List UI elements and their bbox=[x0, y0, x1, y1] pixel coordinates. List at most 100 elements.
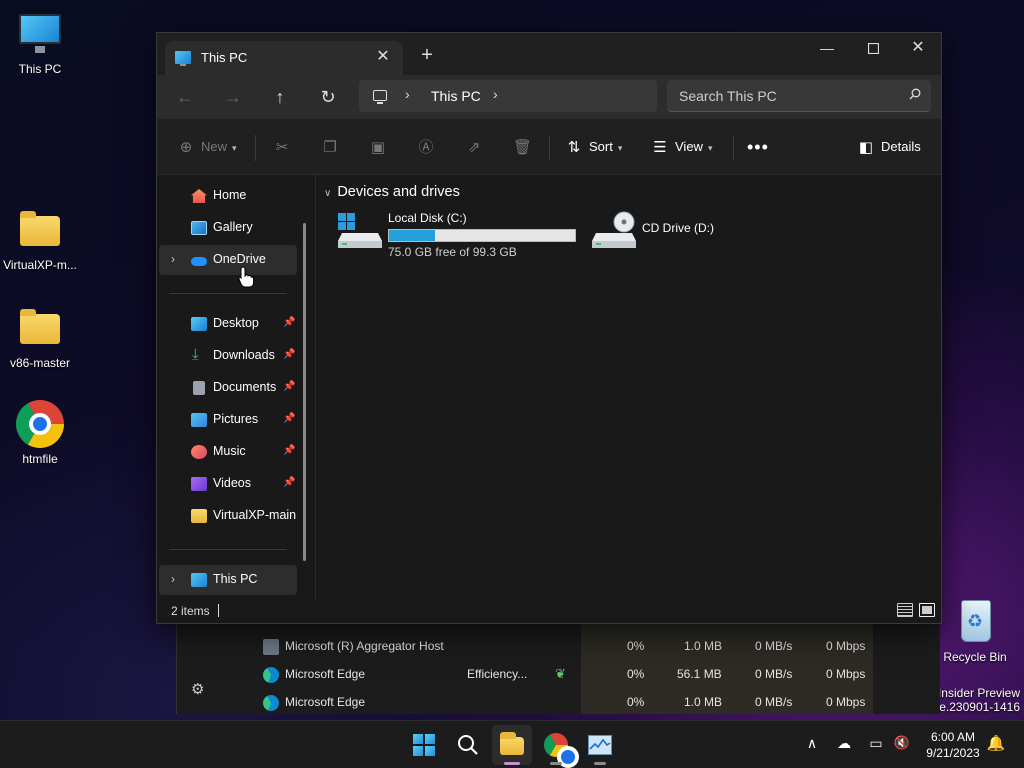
tab-title: This PC bbox=[201, 50, 248, 65]
large-icons-view-button[interactable] bbox=[919, 603, 935, 617]
rename-button[interactable]: Ⓐ bbox=[417, 131, 441, 163]
drive-cd-d[interactable]: CD Drive (D:) bbox=[592, 205, 732, 259]
process-disk: 0 MB/s bbox=[755, 695, 793, 709]
computer-icon bbox=[373, 90, 387, 104]
desktop-icon-v86-master[interactable]: v86-master bbox=[0, 304, 80, 370]
sidebar-item-videos[interactable]: Videos 📌 bbox=[159, 469, 297, 499]
file-explorer-taskbar-button[interactable] bbox=[492, 725, 532, 765]
sidebar-item-this-pc[interactable]: › This PC bbox=[159, 565, 297, 595]
close-tab-icon[interactable]: ✕ bbox=[371, 45, 395, 69]
search-icon bbox=[458, 735, 478, 755]
sidebar-item-label: Desktop bbox=[213, 316, 259, 330]
task-manager-taskbar-button[interactable] bbox=[580, 725, 620, 765]
maximize-button[interactable] bbox=[850, 33, 896, 65]
chrome-taskbar-button[interactable] bbox=[536, 725, 579, 768]
new-tab-button[interactable]: + bbox=[415, 43, 439, 67]
process-row[interactable]: Microsoft (R) Aggregator Host 0% 1.0 MB … bbox=[177, 632, 941, 660]
address-bar[interactable]: › This PC › bbox=[359, 80, 657, 112]
chevron-down-icon: ∨ bbox=[324, 188, 332, 199]
group-header[interactable]: ∨ Devices and drives bbox=[324, 184, 460, 200]
chevron-right-icon[interactable]: › bbox=[171, 252, 175, 266]
file-explorer-window[interactable]: This PC ✕ + — ✕ ← → ↑ ↻ › This PC › Sear… bbox=[156, 32, 942, 624]
onedrive-status-icon[interactable]: ☁ bbox=[834, 735, 854, 752]
sidebar-item-onedrive[interactable]: › OneDrive bbox=[159, 245, 297, 275]
search-input[interactable] bbox=[679, 86, 899, 106]
paste-button[interactable]: ▣ bbox=[369, 131, 393, 163]
network-icon[interactable]: ▭ bbox=[866, 735, 886, 752]
volume-muted-icon[interactable]: 🔇 bbox=[892, 735, 912, 751]
sidebar-item-pictures[interactable]: Pictures 📌 bbox=[159, 405, 297, 435]
clock-time: 6:00 AM bbox=[930, 730, 976, 744]
desktop-icon-virtualxp[interactable]: VirtualXP-m... bbox=[0, 206, 80, 272]
sidebar-item-virtualxp-main[interactable]: VirtualXP-main bbox=[159, 501, 297, 531]
desktop-icon-label: VirtualXP-m... bbox=[3, 258, 77, 272]
copy-button[interactable]: ❐ bbox=[321, 131, 345, 163]
clock-date: 9/21/2023 bbox=[926, 746, 980, 760]
desktop-icon-recycle-bin[interactable]: Recycle Bin bbox=[935, 598, 1015, 664]
chevron-down-icon: ▾ bbox=[707, 143, 713, 153]
sort-button[interactable]: ⇅ Sort ▾ bbox=[565, 131, 623, 163]
drive-name: CD Drive (D:) bbox=[642, 221, 714, 235]
search-button[interactable] bbox=[448, 725, 488, 765]
notification-bell-icon[interactable]: 🔔 bbox=[986, 734, 1006, 752]
tab-this-pc[interactable]: This PC ✕ bbox=[165, 41, 403, 75]
desktop-icon-this-pc[interactable]: This PC bbox=[0, 10, 80, 76]
delete-button[interactable]: 🗑 bbox=[513, 131, 537, 163]
breadcrumb-this-pc[interactable]: This PC bbox=[431, 88, 481, 104]
back-button[interactable]: ← bbox=[169, 81, 201, 113]
desktop-icon-htmfile[interactable]: htmfile bbox=[0, 400, 80, 466]
process-row[interactable]: Microsoft Edge 0% 1.0 MB 0 MB/s 0 Mbps bbox=[177, 688, 941, 716]
chrome-icon bbox=[16, 400, 64, 448]
more-options-button[interactable]: ••• bbox=[747, 131, 769, 163]
chrome-icon bbox=[544, 733, 579, 768]
pin-icon: 📌 bbox=[283, 317, 296, 328]
pin-icon: 📌 bbox=[283, 413, 296, 424]
share-icon: ⇗ bbox=[467, 139, 481, 156]
sort-icon: ⇅ bbox=[567, 139, 581, 156]
minimize-button[interactable]: — bbox=[804, 33, 850, 65]
monitor-icon bbox=[19, 14, 61, 53]
view-button[interactable]: ☰ View ▾ bbox=[651, 131, 712, 163]
sidebar-item-label: Downloads bbox=[213, 348, 275, 362]
sidebar-item-desktop[interactable]: Desktop 📌 bbox=[159, 309, 297, 339]
more-icon: ••• bbox=[747, 137, 769, 157]
up-button[interactable]: ↑ bbox=[264, 81, 296, 113]
view-label: View bbox=[675, 139, 703, 154]
share-button[interactable]: ⇗ bbox=[465, 131, 489, 163]
music-icon bbox=[191, 445, 207, 459]
chevron-right-icon[interactable]: › bbox=[171, 572, 175, 586]
drive-local-disk-c[interactable]: Local Disk (C:) 75.0 GB free of 99.3 GB bbox=[338, 205, 588, 259]
sidebar-item-downloads[interactable]: ⤓ Downloads 📌 bbox=[159, 341, 297, 371]
search-icon[interactable] bbox=[909, 88, 921, 100]
desktop-folder-icon bbox=[191, 317, 207, 331]
cut-icon: ✂ bbox=[275, 139, 289, 156]
sidebar-item-music[interactable]: Music 📌 bbox=[159, 437, 297, 467]
search-box[interactable] bbox=[667, 80, 931, 112]
sidebar-item-label: This PC bbox=[213, 572, 258, 586]
chevron-right-icon[interactable]: › bbox=[493, 86, 498, 102]
new-button[interactable]: ⊕ New ▾ bbox=[177, 131, 237, 163]
start-button[interactable] bbox=[404, 725, 444, 765]
drive-free-space: 75.0 GB free of 99.3 GB bbox=[388, 245, 517, 259]
details-button[interactable]: ◧ Details bbox=[857, 131, 921, 163]
close-button[interactable]: ✕ bbox=[895, 33, 941, 65]
task-manager-icon bbox=[588, 735, 612, 755]
refresh-button[interactable]: ↻ bbox=[312, 81, 344, 113]
cut-button[interactable]: ✂ bbox=[273, 131, 297, 163]
sidebar-item-documents[interactable]: Documents 📌 bbox=[159, 373, 297, 403]
divider bbox=[733, 135, 734, 161]
task-manager-window[interactable]: ⚙ Microsoft (R) Aggregator Host 0% 1.0 M… bbox=[176, 620, 940, 714]
show-hidden-icons-button[interactable]: ∧ bbox=[802, 735, 822, 752]
sidebar-item-home[interactable]: Home bbox=[159, 181, 297, 211]
folder-icon bbox=[191, 509, 207, 523]
clock[interactable]: 6:00 AM 9/21/2023 bbox=[914, 730, 992, 760]
forward-button[interactable]: → bbox=[217, 81, 249, 113]
sidebar-item-gallery[interactable]: Gallery bbox=[159, 213, 297, 243]
sidebar-scrollbar[interactable] bbox=[303, 223, 306, 561]
title-bar[interactable]: This PC ✕ + — ✕ bbox=[157, 33, 941, 75]
insider-watermark: Insider Preview se.230901-1416 bbox=[933, 686, 1020, 714]
details-view-button[interactable] bbox=[897, 603, 913, 617]
process-row[interactable]: Microsoft Edge Efficiency... ❦ 0% 56.1 M… bbox=[177, 660, 941, 688]
chevron-right-icon[interactable]: › bbox=[405, 86, 410, 102]
process-memory: 56.1 MB bbox=[677, 667, 722, 681]
